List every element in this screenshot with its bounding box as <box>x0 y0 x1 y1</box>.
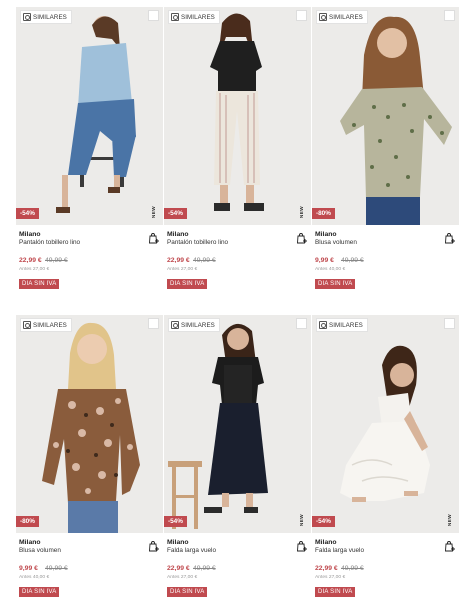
shopping-bag-add-icon[interactable] <box>296 540 307 552</box>
shopping-bag-add-icon[interactable] <box>148 232 159 244</box>
product-brand: Milano <box>167 231 189 238</box>
similares-button[interactable]: SIMILARES <box>316 318 368 332</box>
shopping-bag-add-icon[interactable] <box>444 540 455 552</box>
current-price: 22,99 € <box>315 565 338 572</box>
current-price: 9,99 € <box>19 565 38 572</box>
product-image[interactable]: SIMILARES -54% NEW <box>312 315 459 533</box>
product-name[interactable]: Pantalón tobillero lino <box>167 239 228 246</box>
product-name[interactable]: Blusa volumen <box>315 239 357 246</box>
similares-button[interactable]: SIMILARES <box>316 10 368 24</box>
product-brand: Milano <box>19 231 41 238</box>
product-image[interactable]: SIMILARES -54% NEW <box>164 7 311 225</box>
previous-price: Antes 27,00 € <box>315 575 346 580</box>
similares-label: SIMILARES <box>329 321 363 329</box>
current-price: 22,99 € <box>167 257 190 264</box>
current-price: 9,99 € <box>315 257 334 264</box>
product-brand: Milano <box>19 539 41 546</box>
discount-badge: -80% <box>16 516 39 527</box>
shopping-bag-add-icon[interactable] <box>444 232 455 244</box>
similar-search-icon <box>23 13 31 21</box>
similares-button[interactable]: SIMILARES <box>168 318 220 332</box>
new-tag: NEW <box>152 205 157 218</box>
dia-sin-iva-badge: DIA SIN IVA <box>167 587 208 597</box>
similares-label: SIMILARES <box>181 321 215 329</box>
select-checkbox[interactable] <box>148 10 159 21</box>
select-checkbox[interactable] <box>444 10 455 21</box>
product-name[interactable]: Falda larga vuelo <box>315 547 364 554</box>
dia-sin-iva-badge: DIA SIN IVA <box>167 279 208 289</box>
similares-button[interactable]: SIMILARES <box>168 10 220 24</box>
product-image[interactable]: SIMILARES -54% NEW <box>164 315 311 533</box>
product-name[interactable]: Pantalón tobillero lino <box>19 239 80 246</box>
discount-badge: -54% <box>164 516 187 527</box>
similar-search-icon <box>319 13 327 21</box>
product-image[interactable]: SIMILARES -80% <box>312 7 459 225</box>
similares-button[interactable]: SIMILARES <box>20 318 72 332</box>
old-price: 49,99 € <box>45 565 68 572</box>
previous-price: Antes 27,00 € <box>167 267 198 272</box>
model-photo <box>340 16 452 225</box>
previous-price: Antes 40,00 € <box>315 267 346 272</box>
model-photo <box>210 13 264 211</box>
current-price: 22,99 € <box>167 565 190 572</box>
shopping-bag-add-icon[interactable] <box>296 232 307 244</box>
product-brand: Milano <box>167 539 189 546</box>
product-name[interactable]: Blusa volumen <box>19 547 61 554</box>
similares-label: SIMILARES <box>329 13 363 21</box>
dia-sin-iva-badge: DIA SIN IVA <box>315 587 356 597</box>
model-photo <box>42 322 140 533</box>
dia-sin-iva-badge: DIA SIN IVA <box>19 279 60 289</box>
new-tag: NEW <box>448 513 453 526</box>
select-checkbox[interactable] <box>296 10 307 21</box>
old-price: 49,99 € <box>341 257 364 264</box>
new-tag: NEW <box>300 513 305 526</box>
old-price: 49,99 € <box>193 257 216 264</box>
product-brand: Milano <box>315 231 337 238</box>
similar-search-icon <box>319 321 327 329</box>
old-price: 49,99 € <box>193 565 216 572</box>
product-brand: Milano <box>315 539 337 546</box>
discount-badge: -80% <box>312 208 335 219</box>
model-photo <box>56 16 136 213</box>
similares-label: SIMILARES <box>181 13 215 21</box>
similares-label: SIMILARES <box>33 13 67 21</box>
previous-price: Antes 27,00 € <box>167 575 198 580</box>
similar-search-icon <box>171 13 179 21</box>
previous-price: Antes 27,00 € <box>19 267 50 272</box>
discount-badge: -54% <box>16 208 39 219</box>
select-checkbox[interactable] <box>296 318 307 329</box>
similares-label: SIMILARES <box>33 321 67 329</box>
similares-button[interactable]: SIMILARES <box>20 10 72 24</box>
select-checkbox[interactable] <box>148 318 159 329</box>
model-photo <box>168 323 268 529</box>
product-name[interactable]: Falda larga vuelo <box>167 547 216 554</box>
product-image[interactable]: SIMILARES -54% NEW <box>16 7 163 225</box>
new-tag: NEW <box>300 205 305 218</box>
discount-badge: -54% <box>164 208 187 219</box>
model-photo <box>340 345 430 502</box>
shopping-bag-add-icon[interactable] <box>148 540 159 552</box>
old-price: 49,99 € <box>45 257 68 264</box>
dia-sin-iva-badge: DIA SIN IVA <box>19 587 60 597</box>
dia-sin-iva-badge: DIA SIN IVA <box>315 279 356 289</box>
select-checkbox[interactable] <box>444 318 455 329</box>
discount-badge: -54% <box>312 516 335 527</box>
similar-search-icon <box>23 321 31 329</box>
product-image[interactable]: SIMILARES -80% <box>16 315 163 533</box>
old-price: 49,99 € <box>341 565 364 572</box>
current-price: 22,99 € <box>19 257 42 264</box>
previous-price: Antes 40,00 € <box>19 575 50 580</box>
similar-search-icon <box>171 321 179 329</box>
